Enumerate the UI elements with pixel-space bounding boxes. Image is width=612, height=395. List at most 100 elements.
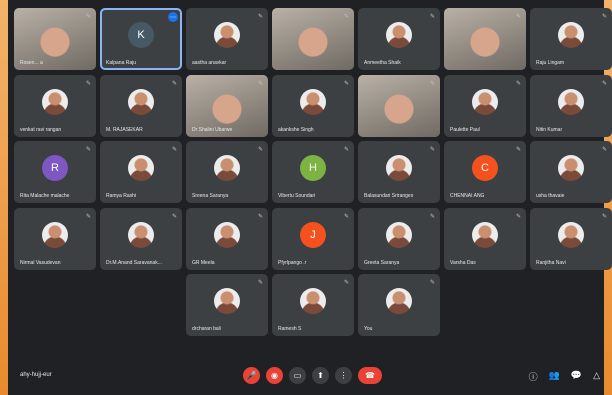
bottom-bar: ahy-hujj-eur 🎤 ◉ ▭ ⬆ ⋮ ☎ ⓘ 👥 💬 △ [0,358,612,395]
participant-avatar: K [128,22,154,49]
meeting-code: ahy-hujj-eur [20,372,52,378]
mic-muted-icon: ✎ [429,213,435,220]
mic-muted-icon: ✎ [171,213,177,220]
mic-muted-icon: ✎ [171,147,177,153]
participant-name: aastha anavkar [192,60,227,66]
participant-name: Sreena Saranya [192,193,229,199]
participant-tile[interactable]: ✎ [444,8,526,70]
mic-muted-icon: ✎ [601,147,607,153]
participant-tile[interactable]: ✎ Varsha Das [444,207,526,270]
call-controls: 🎤 ◉ ▭ ⬆ ⋮ ☎ [243,367,382,384]
participant-tile[interactable]: ✎ Sreena Saranya [186,141,268,203]
participant-avatar [558,221,584,248]
participant-tile[interactable]: ✎ Anmeetha Shaik [358,8,440,70]
participant-avatar [128,155,154,182]
participant-tile[interactable]: ✎ GR Meela [186,207,268,270]
participant-name: Greeta Saranya [364,259,400,266]
participant-tile[interactable]: ✎ You [358,274,440,336]
participant-tile[interactable]: ✎ Balasundari Sriranges [358,141,440,203]
participant-tile[interactable]: ✎ drcharan bali [186,274,268,336]
mic-muted-icon: ✎ [515,213,521,220]
participant-name: Paulette Paul [450,126,480,133]
participant-avatar [42,88,68,115]
participant-tile[interactable]: ✎ Dr Shalini Ubarwe [186,74,268,137]
participant-tile[interactable]: ✎ usha thavaie [530,141,612,203]
mic-muted-icon: ✎ [343,14,349,20]
participant-tile[interactable]: H ✎ Vibertu Soundari [272,141,354,203]
participant-tile[interactable]: ✎ [358,74,440,137]
participant-name: Pfyrlpango .r [278,259,307,266]
participant-avatar [558,88,584,115]
participant-tile[interactable]: ✎ Greeta Saranya [358,207,440,270]
participant-avatar [214,155,240,182]
participant-name: Ramesh S [278,326,302,332]
participant-avatar [386,155,412,182]
participant-tile[interactable]: ✎ venkat ravi rangan [14,74,96,137]
participant-avatar [214,221,240,248]
mic-muted-icon: ✎ [601,14,607,20]
activities-icon[interactable]: △ [593,370,600,383]
mic-muted-icon: ✎ [257,280,263,286]
participant-tile[interactable]: C ✎ CHENNAI ANG [444,141,526,203]
mic-muted-icon: ✎ [515,147,521,153]
mic-muted-icon: ✎ [429,147,435,153]
mic-muted-icon: ✎ [85,147,91,153]
participant-name: Nirmal Vasudevan [20,259,61,266]
participant-tile[interactable]: ✎ aastha anavkar [186,8,268,70]
participant-video [272,8,354,70]
participant-avatar [472,221,498,248]
participant-name: Dr Shalini Ubarwe [192,126,233,133]
participant-avatar [558,22,584,49]
participant-tile[interactable]: R ✎ Rita Malache malache [14,141,96,203]
people-icon[interactable]: 👥 [549,370,560,383]
mic-off-icon[interactable]: 🎤 [243,367,260,384]
mic-muted-icon: ✎ [343,80,349,87]
participant-avatar [558,155,584,182]
participant-tile[interactable]: ✎ Dr.M.Anand Saravanak... [100,207,182,270]
participant-video [358,74,440,137]
participant-tile[interactable]: ✎ [272,8,354,70]
participant-grid: ✎ Rosen... a K ⋯ Kalpana Raju ✎ aastha anavkar… [10,8,612,354]
present-icon[interactable]: ⬆ [312,367,329,384]
end-call-icon[interactable]: ☎ [358,367,382,384]
mic-muted-icon: ✎ [257,14,263,20]
more-icon[interactable]: ⋮ [335,367,352,384]
participant-tile[interactable]: ✎ akankshe Singh [272,74,354,137]
side-panel-icons: ⓘ 👥 💬 △ [529,370,600,383]
participant-tile[interactable]: ✎ Ramesh S [272,274,354,336]
mic-muted-icon: ✎ [429,80,435,87]
participant-name: You [364,326,373,332]
participant-name: drcharan bali [192,326,221,332]
participant-avatar [386,22,412,49]
participant-avatar [128,88,154,115]
participant-tile[interactable]: ✎ Nirmal Vasudevan [14,207,96,270]
participant-tile[interactable]: ✎ Ramya Rashi [100,141,182,203]
participant-name: GR Meela [192,259,215,266]
participant-tile[interactable]: J ✎ Pfyrlpango .r [272,207,354,270]
participant-avatar [214,22,240,49]
participant-tile[interactable]: K ⋯ Kalpana Raju [100,8,182,70]
more-options-icon[interactable]: ⋯ [168,12,178,22]
mic-muted-icon: ✎ [85,80,91,87]
participant-video [444,8,526,70]
mic-muted-icon: ✎ [515,80,521,87]
info-icon[interactable]: ⓘ [529,370,538,383]
participant-tile[interactable]: ✎ Raju Lingam [530,8,612,70]
mic-muted-icon: ✎ [343,213,349,220]
camera-off-icon[interactable]: ◉ [266,367,283,384]
participant-tile[interactable]: ✎ M. RAJASEKAR [100,74,182,137]
participant-tile[interactable]: ✎ Paulette Paul [444,74,526,137]
participant-avatar [128,221,154,248]
participant-tile[interactable]: ✎ Rosen... a [14,8,96,70]
captions-icon[interactable]: ▭ [289,367,306,384]
participant-avatar [42,221,68,248]
participant-tile[interactable]: ✎ Ranjitha Navi [530,207,612,270]
mic-muted-icon: ✎ [171,80,177,87]
participant-tile[interactable]: ✎ Nitin Kumar [530,74,612,137]
mic-muted-icon: ✎ [257,80,263,87]
chat-icon[interactable]: 💬 [571,370,582,383]
participant-avatar: C [472,155,498,182]
participant-avatar [300,288,326,315]
participant-name: akankshe Singh [278,126,314,133]
participant-avatar [386,288,412,315]
